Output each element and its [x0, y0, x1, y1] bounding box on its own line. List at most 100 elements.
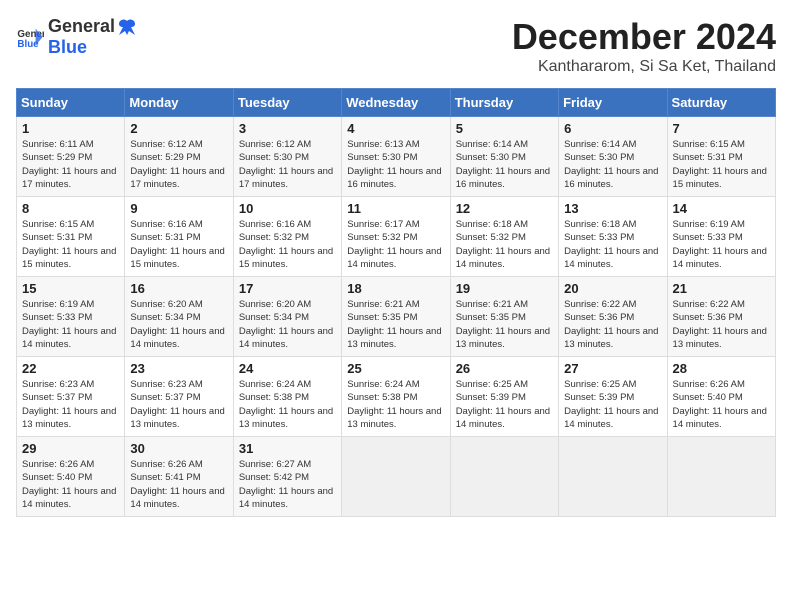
day-number: 14 — [673, 201, 770, 216]
day-info: Sunrise: 6:20 AM Sunset: 5:34 PM Dayligh… — [239, 298, 336, 351]
day-number: 11 — [347, 201, 444, 216]
day-info: Sunrise: 6:27 AM Sunset: 5:42 PM Dayligh… — [239, 458, 336, 511]
empty-day-cell — [342, 437, 450, 517]
calendar-day-cell: 21 Sunrise: 6:22 AM Sunset: 5:36 PM Dayl… — [667, 277, 775, 357]
day-number: 20 — [564, 281, 661, 296]
weekday-header-monday: Monday — [125, 89, 233, 117]
day-info: Sunrise: 6:26 AM Sunset: 5:40 PM Dayligh… — [22, 458, 119, 511]
empty-day-cell — [450, 437, 558, 517]
calendar-day-cell: 28 Sunrise: 6:26 AM Sunset: 5:40 PM Dayl… — [667, 357, 775, 437]
day-info: Sunrise: 6:20 AM Sunset: 5:34 PM Dayligh… — [130, 298, 227, 351]
day-info: Sunrise: 6:24 AM Sunset: 5:38 PM Dayligh… — [239, 378, 336, 431]
calendar-day-cell: 27 Sunrise: 6:25 AM Sunset: 5:39 PM Dayl… — [559, 357, 667, 437]
location-title: Kanthararom, Si Sa Ket, Thailand — [512, 58, 776, 76]
weekday-header-thursday: Thursday — [450, 89, 558, 117]
day-number: 28 — [673, 361, 770, 376]
day-info: Sunrise: 6:18 AM Sunset: 5:33 PM Dayligh… — [564, 218, 661, 271]
weekday-header-saturday: Saturday — [667, 89, 775, 117]
day-number: 24 — [239, 361, 336, 376]
day-info: Sunrise: 6:25 AM Sunset: 5:39 PM Dayligh… — [456, 378, 553, 431]
calendar-day-cell: 31 Sunrise: 6:27 AM Sunset: 5:42 PM Dayl… — [233, 437, 341, 517]
calendar-day-cell: 17 Sunrise: 6:20 AM Sunset: 5:34 PM Dayl… — [233, 277, 341, 357]
day-info: Sunrise: 6:18 AM Sunset: 5:32 PM Dayligh… — [456, 218, 553, 271]
day-number: 23 — [130, 361, 227, 376]
calendar-table: SundayMondayTuesdayWednesdayThursdayFrid… — [16, 88, 776, 517]
calendar-day-cell: 13 Sunrise: 6:18 AM Sunset: 5:33 PM Dayl… — [559, 197, 667, 277]
calendar-week-row: 22 Sunrise: 6:23 AM Sunset: 5:37 PM Dayl… — [17, 357, 776, 437]
logo-general-text: General — [48, 16, 115, 37]
day-number: 29 — [22, 441, 119, 456]
calendar-day-cell: 29 Sunrise: 6:26 AM Sunset: 5:40 PM Dayl… — [17, 437, 125, 517]
calendar-day-cell: 6 Sunrise: 6:14 AM Sunset: 5:30 PM Dayli… — [559, 117, 667, 197]
calendar-day-cell: 19 Sunrise: 6:21 AM Sunset: 5:35 PM Dayl… — [450, 277, 558, 357]
calendar-day-cell: 23 Sunrise: 6:23 AM Sunset: 5:37 PM Dayl… — [125, 357, 233, 437]
day-number: 15 — [22, 281, 119, 296]
day-info: Sunrise: 6:21 AM Sunset: 5:35 PM Dayligh… — [347, 298, 444, 351]
weekday-header-sunday: Sunday — [17, 89, 125, 117]
calendar-day-cell: 20 Sunrise: 6:22 AM Sunset: 5:36 PM Dayl… — [559, 277, 667, 357]
day-info: Sunrise: 6:15 AM Sunset: 5:31 PM Dayligh… — [673, 138, 770, 191]
day-info: Sunrise: 6:19 AM Sunset: 5:33 PM Dayligh… — [22, 298, 119, 351]
day-info: Sunrise: 6:16 AM Sunset: 5:31 PM Dayligh… — [130, 218, 227, 271]
day-number: 22 — [22, 361, 119, 376]
day-info: Sunrise: 6:25 AM Sunset: 5:39 PM Dayligh… — [564, 378, 661, 431]
day-number: 19 — [456, 281, 553, 296]
logo-blue-text: Blue — [48, 37, 87, 57]
day-info: Sunrise: 6:11 AM Sunset: 5:29 PM Dayligh… — [22, 138, 119, 191]
day-number: 18 — [347, 281, 444, 296]
day-number: 27 — [564, 361, 661, 376]
day-number: 9 — [130, 201, 227, 216]
day-number: 21 — [673, 281, 770, 296]
day-info: Sunrise: 6:26 AM Sunset: 5:41 PM Dayligh… — [130, 458, 227, 511]
empty-day-cell — [559, 437, 667, 517]
day-info: Sunrise: 6:19 AM Sunset: 5:33 PM Dayligh… — [673, 218, 770, 271]
day-number: 25 — [347, 361, 444, 376]
day-number: 4 — [347, 121, 444, 136]
day-info: Sunrise: 6:12 AM Sunset: 5:30 PM Dayligh… — [239, 138, 336, 191]
day-number: 8 — [22, 201, 119, 216]
day-info: Sunrise: 6:21 AM Sunset: 5:35 PM Dayligh… — [456, 298, 553, 351]
calendar-day-cell: 26 Sunrise: 6:25 AM Sunset: 5:39 PM Dayl… — [450, 357, 558, 437]
calendar-week-row: 29 Sunrise: 6:26 AM Sunset: 5:40 PM Dayl… — [17, 437, 776, 517]
weekday-header-tuesday: Tuesday — [233, 89, 341, 117]
day-info: Sunrise: 6:23 AM Sunset: 5:37 PM Dayligh… — [130, 378, 227, 431]
day-number: 31 — [239, 441, 336, 456]
day-info: Sunrise: 6:14 AM Sunset: 5:30 PM Dayligh… — [564, 138, 661, 191]
calendar-day-cell: 3 Sunrise: 6:12 AM Sunset: 5:30 PM Dayli… — [233, 117, 341, 197]
day-info: Sunrise: 6:22 AM Sunset: 5:36 PM Dayligh… — [564, 298, 661, 351]
calendar-day-cell: 16 Sunrise: 6:20 AM Sunset: 5:34 PM Dayl… — [125, 277, 233, 357]
calendar-day-cell: 30 Sunrise: 6:26 AM Sunset: 5:41 PM Dayl… — [125, 437, 233, 517]
svg-text:Blue: Blue — [17, 39, 39, 50]
calendar-day-cell: 18 Sunrise: 6:21 AM Sunset: 5:35 PM Dayl… — [342, 277, 450, 357]
day-number: 30 — [130, 441, 227, 456]
empty-day-cell — [667, 437, 775, 517]
calendar-day-cell: 22 Sunrise: 6:23 AM Sunset: 5:37 PM Dayl… — [17, 357, 125, 437]
calendar-day-cell: 1 Sunrise: 6:11 AM Sunset: 5:29 PM Dayli… — [17, 117, 125, 197]
calendar-day-cell: 8 Sunrise: 6:15 AM Sunset: 5:31 PM Dayli… — [17, 197, 125, 277]
day-info: Sunrise: 6:16 AM Sunset: 5:32 PM Dayligh… — [239, 218, 336, 271]
day-number: 10 — [239, 201, 336, 216]
day-info: Sunrise: 6:17 AM Sunset: 5:32 PM Dayligh… — [347, 218, 444, 271]
day-info: Sunrise: 6:22 AM Sunset: 5:36 PM Dayligh… — [673, 298, 770, 351]
calendar-day-cell: 24 Sunrise: 6:24 AM Sunset: 5:38 PM Dayl… — [233, 357, 341, 437]
calendar-day-cell: 7 Sunrise: 6:15 AM Sunset: 5:31 PM Dayli… — [667, 117, 775, 197]
weekday-header-friday: Friday — [559, 89, 667, 117]
month-title: December 2024 — [512, 16, 776, 58]
calendar-day-cell: 15 Sunrise: 6:19 AM Sunset: 5:33 PM Dayl… — [17, 277, 125, 357]
weekday-header-row: SundayMondayTuesdayWednesdayThursdayFrid… — [17, 89, 776, 117]
day-number: 6 — [564, 121, 661, 136]
day-number: 5 — [456, 121, 553, 136]
page-header: General Blue General Blue December 2024 … — [16, 16, 776, 76]
logo: General Blue General Blue — [16, 16, 137, 58]
title-section: December 2024 Kanthararom, Si Sa Ket, Th… — [512, 16, 776, 76]
calendar-day-cell: 10 Sunrise: 6:16 AM Sunset: 5:32 PM Dayl… — [233, 197, 341, 277]
day-number: 3 — [239, 121, 336, 136]
day-number: 26 — [456, 361, 553, 376]
day-info: Sunrise: 6:23 AM Sunset: 5:37 PM Dayligh… — [22, 378, 119, 431]
day-info: Sunrise: 6:26 AM Sunset: 5:40 PM Dayligh… — [673, 378, 770, 431]
day-number: 1 — [22, 121, 119, 136]
day-number: 2 — [130, 121, 227, 136]
calendar-day-cell: 5 Sunrise: 6:14 AM Sunset: 5:30 PM Dayli… — [450, 117, 558, 197]
day-number: 16 — [130, 281, 227, 296]
calendar-day-cell: 4 Sunrise: 6:13 AM Sunset: 5:30 PM Dayli… — [342, 117, 450, 197]
